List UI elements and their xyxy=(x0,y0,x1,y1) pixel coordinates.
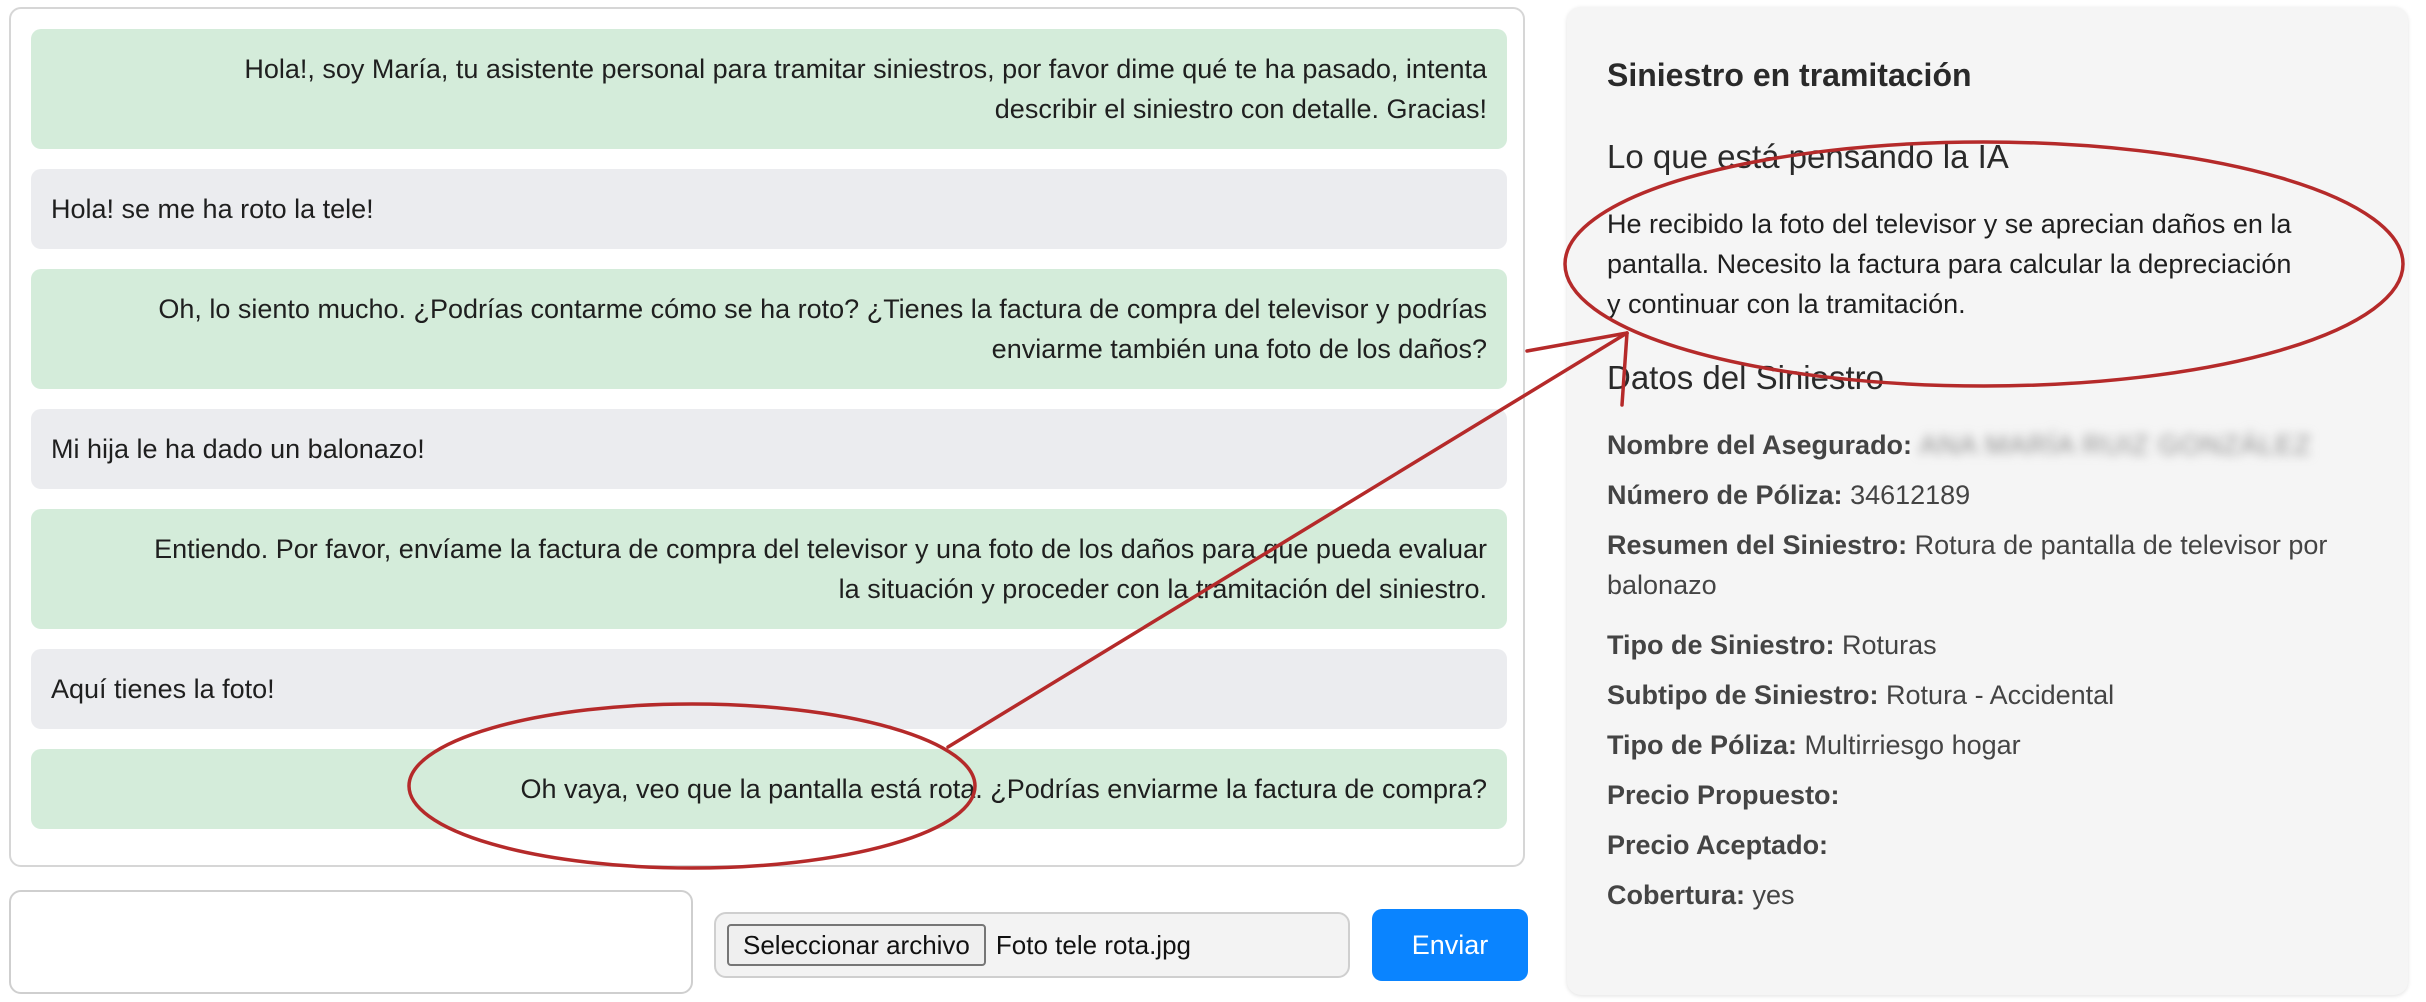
message-line: Entiendo. Por favor, envíame la factura … xyxy=(154,534,1487,564)
ai-thought-line: He recibido la foto del televisor y se a… xyxy=(1607,209,2292,239)
field-value: Rotura - Accidental xyxy=(1886,680,2115,710)
field-policy-type: Tipo de Póliza: Multirriesgo hogar xyxy=(1607,725,2367,765)
selected-file-name: Foto tele rota.jpg xyxy=(995,929,1192,960)
panel-title: Siniestro en tramitación xyxy=(1607,57,1972,93)
message-line: la situación y proceder con la tramitaci… xyxy=(838,574,1487,604)
chat-message-user: Hola! se me ha roto la tele! xyxy=(31,169,1507,249)
chat-message-bot: Hola!, soy María, tu asistente personal … xyxy=(31,29,1507,149)
field-label: Subtipo de Siniestro: xyxy=(1607,680,1879,710)
chat-message-user: Aquí tienes la foto! xyxy=(31,649,1507,729)
field-label: Resumen del Siniestro: xyxy=(1607,530,1908,560)
ai-thought-line: y continuar con la tramitación. xyxy=(1607,289,1966,319)
field-accepted-price: Precio Aceptado: xyxy=(1607,825,2367,865)
select-file-button[interactable]: Seleccionar archivo xyxy=(727,924,986,966)
send-button[interactable]: Enviar xyxy=(1372,909,1528,981)
message-line: Mi hija le ha dado un balonazo! xyxy=(51,434,425,464)
message-line: enviarme también una foto de los daños? xyxy=(991,334,1487,364)
field-coverage: Cobertura: yes xyxy=(1607,875,2367,915)
data-section-title: Datos del Siniestro xyxy=(1607,359,1884,396)
ai-thought-text: He recibido la foto del televisor y se a… xyxy=(1607,204,2367,324)
field-value-blurred: ANA MARÍA RUIZ GONZÁLEZ xyxy=(1919,430,2312,460)
field-insured-name: Nombre del Asegurado: ANA MARÍA RUIZ GON… xyxy=(1607,425,2367,465)
message-line: Hola!, soy María, tu asistente personal … xyxy=(244,54,1487,84)
field-label: Tipo de Siniestro: xyxy=(1607,630,1835,660)
message-line: Oh vaya, veo que la pantalla está rota. … xyxy=(520,774,1487,804)
message-line: describir el siniestro con detalle. Grac… xyxy=(994,94,1487,124)
field-policy-number: Número de Póliza: 34612189 xyxy=(1607,475,2367,515)
chat-message-user: Mi hija le ha dado un balonazo! xyxy=(31,409,1507,489)
chat-message-bot: Oh vaya, veo que la pantalla está rota. … xyxy=(31,749,1507,829)
field-proposed-price: Precio Propuesto: xyxy=(1607,775,2367,815)
chat-message-bot: Oh, lo siento mucho. ¿Podrías contarme c… xyxy=(31,269,1507,389)
field-value: 34612189 xyxy=(1850,480,1971,510)
message-line: Aquí tienes la foto! xyxy=(51,674,275,704)
field-value: yes xyxy=(1752,880,1795,910)
ai-section-title: Lo que está pensando la IA xyxy=(1607,138,2009,175)
field-claim-summary: Resumen del Siniestro: Rotura de pantall… xyxy=(1607,525,2367,605)
field-label: Nombre del Asegurado: xyxy=(1607,430,1913,460)
field-label: Número de Póliza: xyxy=(1607,480,1843,510)
chat-panel: Hola!, soy María, tu asistente personal … xyxy=(9,7,1525,867)
field-claim-subtype: Subtipo de Siniestro: Rotura - Accidenta… xyxy=(1607,675,2367,715)
chat-message-bot: Entiendo. Por favor, envíame la factura … xyxy=(31,509,1507,629)
message-line: Oh, lo siento mucho. ¿Podrías contarme c… xyxy=(158,294,1487,324)
field-label: Tipo de Póliza: xyxy=(1607,730,1798,760)
field-value: Multirriesgo hogar xyxy=(1804,730,2021,760)
field-label: Precio Propuesto: xyxy=(1607,780,1840,810)
file-picker[interactable]: Seleccionar archivo Foto tele rota.jpg xyxy=(714,912,1350,978)
field-label: Cobertura: xyxy=(1607,880,1746,910)
message-line: Hola! se me ha roto la tele! xyxy=(51,194,374,224)
field-value: Roturas xyxy=(1842,630,1937,660)
ai-thought-line: pantalla. Necesito la factura para calcu… xyxy=(1607,249,2292,279)
field-label: Precio Aceptado: xyxy=(1607,830,1829,860)
field-claim-type: Tipo de Siniestro: Roturas xyxy=(1607,625,2367,665)
claim-info-panel: Siniestro en tramitación Lo que está pen… xyxy=(1567,7,2408,995)
message-input[interactable] xyxy=(9,890,693,994)
